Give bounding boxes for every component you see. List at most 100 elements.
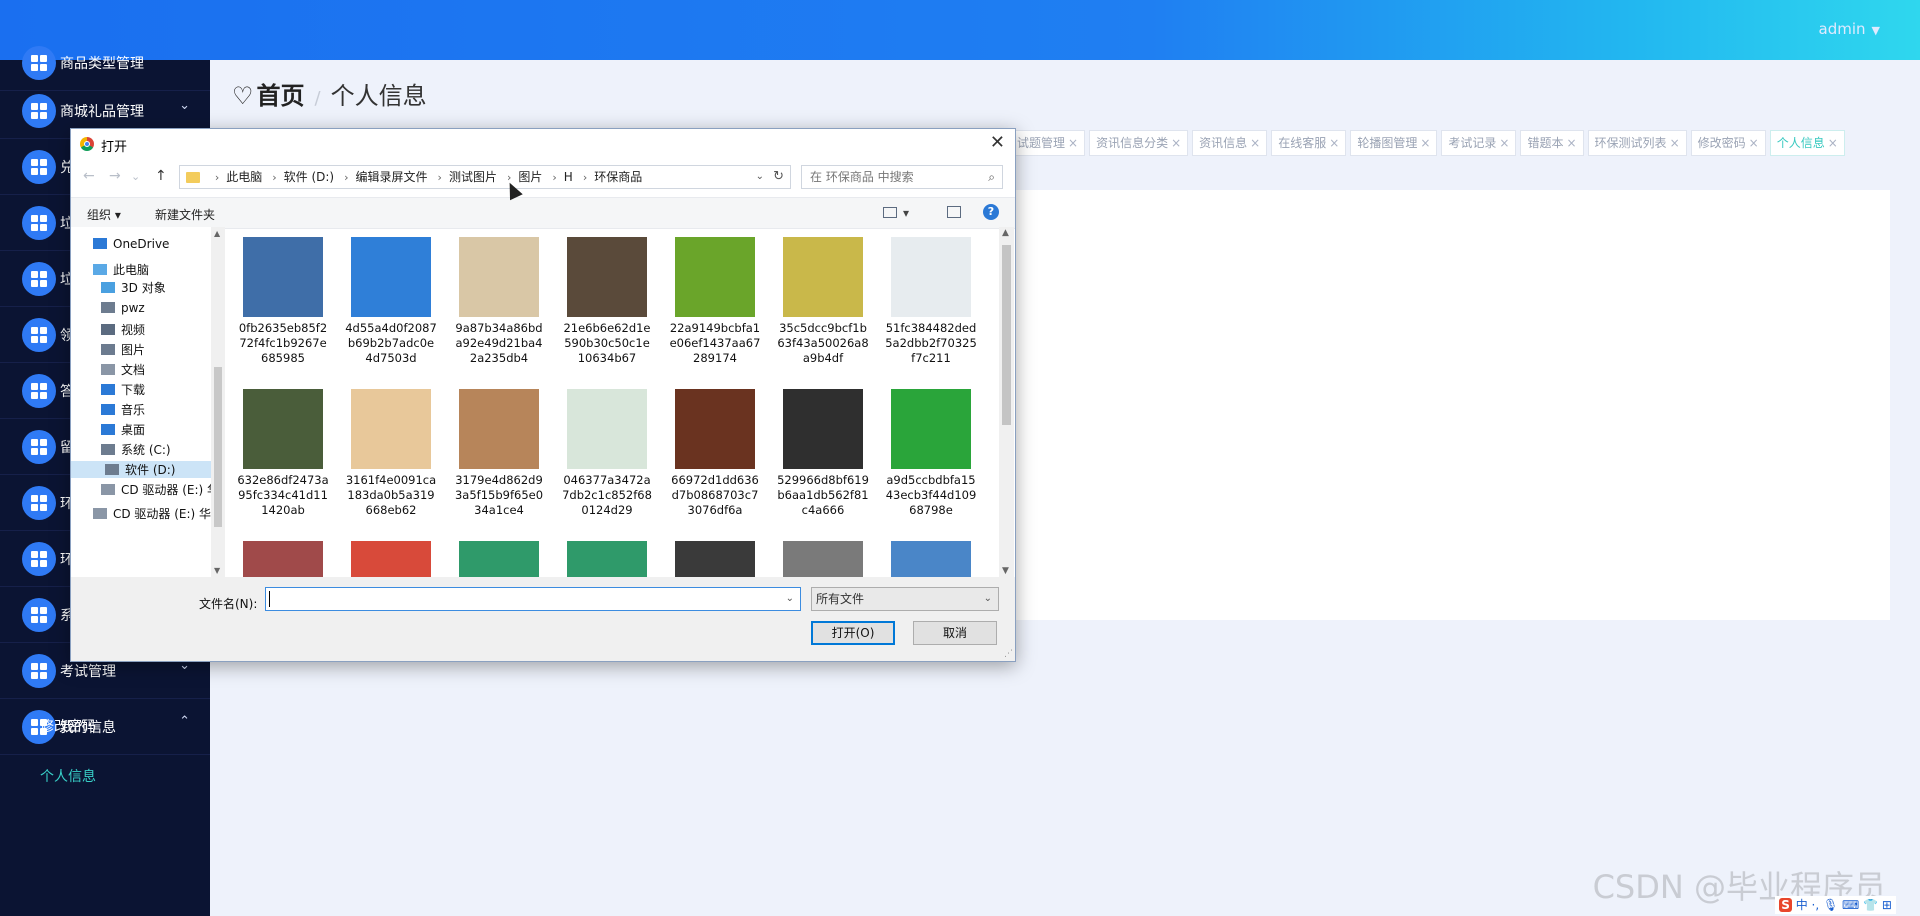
tab-item[interactable]: 环保测试列表 × (1587, 130, 1687, 156)
file-item[interactable] (669, 531, 761, 577)
address-segment[interactable]: 编辑录屏文件 (356, 166, 428, 188)
file-item[interactable]: 51fc384482ded5a2dbb2f70325f7c211 (885, 227, 977, 377)
nav-pane-item[interactable]: 软件 (D:) (71, 461, 225, 478)
file-item[interactable] (777, 531, 869, 577)
search-input[interactable]: 在 环保商品 中搜索 ⌕ (801, 165, 1003, 189)
file-item[interactable]: 9a87b34a86bda92e49d21ba42a235db4 (453, 227, 545, 377)
nav-pane-item[interactable]: 音乐 (101, 401, 145, 418)
file-item[interactable] (237, 531, 329, 577)
chevron-down-icon[interactable]: ⌄ (786, 588, 794, 610)
new-folder-button[interactable]: 新建文件夹 (155, 206, 215, 223)
file-item[interactable]: 0fb2635eb85f272f4fc1b9267e685985 (237, 227, 329, 377)
breadcrumb-home[interactable]: 首页 (257, 82, 305, 110)
sidebar-subitem[interactable]: 个人信息 (40, 766, 96, 786)
tab-item[interactable]: 资讯信息 × (1192, 130, 1268, 156)
file-item[interactable]: 21e6b6e62d1e590b30c50c1e10634b67 (561, 227, 653, 377)
resize-grip-icon[interactable]: ⋰ (1004, 649, 1013, 659)
cancel-button[interactable]: 取消 (913, 621, 997, 645)
nav-pane-item[interactable]: CD 驱动器 (E:) 华 (93, 505, 211, 522)
close-icon[interactable]: × (1749, 136, 1759, 150)
address-segment[interactable]: 环保商品 (594, 166, 642, 188)
nav-pane-item[interactable]: 系统 (C:) (101, 441, 171, 458)
file-item[interactable]: 046377a3472a7db2c1c852f680124d29 (561, 379, 653, 529)
chevron-down-icon[interactable]: ⌄ (756, 166, 764, 188)
view-options-icon[interactable]: ▾ (883, 206, 909, 220)
preview-pane-icon[interactable] (947, 206, 961, 218)
file-item[interactable]: 3179e4d862d93a5f15b9f65e034a1ce4 (453, 379, 545, 529)
tab-item[interactable]: 修改密码 × (1690, 130, 1766, 156)
close-icon[interactable]: × (1566, 136, 1576, 150)
address-segment[interactable]: 此电脑 (226, 166, 262, 188)
nav-pane-item[interactable]: pwz (101, 301, 145, 315)
nav-pane-item[interactable]: 桌面 (101, 421, 145, 438)
nav-pane-item[interactable]: 视频 (101, 321, 145, 338)
file-item[interactable] (561, 531, 653, 577)
file-item[interactable]: 632e86df2473a95fc334c41d111420ab (237, 379, 329, 529)
file-item[interactable] (453, 531, 545, 577)
address-segment[interactable]: 图片 (518, 166, 542, 188)
help-icon[interactable]: ? (983, 204, 999, 220)
address-segment[interactable]: 软件 (D:) (284, 166, 334, 188)
breadcrumb-arrow-icon[interactable]: › (438, 167, 442, 188)
file-item[interactable]: 529966d8bf619b6aa1db562f81c4a666 (777, 379, 869, 529)
up-arrow-icon[interactable]: ↑ (155, 168, 167, 184)
tab-item[interactable]: 在线客服 × (1271, 130, 1347, 156)
recent-locations-icon[interactable]: ⌄ (131, 170, 140, 183)
forward-arrow-icon[interactable]: → (109, 168, 121, 184)
sidebar-item[interactable]: 我的信息 ⌃ (0, 698, 210, 755)
tab-item[interactable]: 试题管理 × (1010, 130, 1086, 156)
close-icon[interactable]: × (1171, 136, 1181, 150)
address-bar[interactable]: › 此电脑 › 软件 (D:) › 编辑录屏文件 › 测试图片 › 图片 › H › 环保商品 ⌄ ↻ (179, 165, 791, 189)
nav-pane-item[interactable]: CD 驱动器 (E:) 华 (101, 481, 219, 498)
scroll-thumb[interactable] (214, 367, 222, 527)
breadcrumb-arrow-icon[interactable]: › (344, 167, 348, 188)
nav-pane-item[interactable]: 3D 对象 (101, 279, 166, 296)
file-item[interactable]: 66972d1dd636d7b0868703c73076df6a (669, 379, 761, 529)
file-grid-scrollbar[interactable]: ▲ ▼ (999, 227, 1014, 577)
sidebar-subitem[interactable]: 修改密码 (40, 716, 96, 736)
tab-item[interactable]: 错题本 × (1520, 130, 1584, 156)
nav-pane-item[interactable]: 此电脑 (93, 261, 149, 278)
file-type-select[interactable]: 所有文件 ⌄ (811, 587, 999, 611)
file-item[interactable]: a9d5ccbdbfa1543ecb3f44d10968798e (885, 379, 977, 529)
close-icon[interactable]: × (1828, 136, 1838, 150)
tab-item[interactable]: 资讯信息分类 × (1089, 130, 1189, 156)
breadcrumb-arrow-icon[interactable]: › (552, 167, 556, 188)
address-segment[interactable]: 测试图片 (449, 166, 497, 188)
scroll-up-icon[interactable]: ▲ (214, 229, 220, 238)
close-icon[interactable]: × (1499, 136, 1509, 150)
tab-item[interactable]: 考试记录 × (1441, 130, 1517, 156)
scroll-down-icon[interactable]: ▼ (1002, 566, 1009, 576)
user-menu[interactable]: admin ▼ (1819, 20, 1880, 38)
close-icon[interactable]: × (1068, 136, 1078, 150)
dialog-titlebar[interactable]: 打开 ✕ (71, 129, 1015, 159)
file-item[interactable] (345, 531, 437, 577)
breadcrumb-arrow-icon[interactable]: › (272, 167, 276, 188)
scroll-down-icon[interactable]: ▼ (214, 566, 220, 575)
nav-pane-item[interactable]: OneDrive (93, 237, 169, 251)
nav-pane-item[interactable]: 下载 (101, 381, 145, 398)
file-item[interactable] (885, 531, 977, 577)
close-icon[interactable]: × (1329, 136, 1339, 150)
file-item[interactable]: 4d55a4d0f2087b69b2b7adc0e4d7503d (345, 227, 437, 377)
nav-pane-item[interactable]: 文档 (101, 361, 145, 378)
address-segment[interactable]: H (564, 166, 573, 188)
breadcrumb-arrow-icon[interactable]: › (215, 167, 219, 188)
tab-item[interactable]: 个人信息 × (1769, 130, 1845, 156)
breadcrumb-arrow-icon[interactable]: › (583, 167, 587, 188)
navigation-pane-scrollbar[interactable]: ▲ ▼ (211, 227, 225, 577)
filename-input[interactable]: ⌄ (265, 587, 801, 611)
scroll-up-icon[interactable]: ▲ (1002, 228, 1009, 238)
file-item[interactable]: 22a9149bcbfa1e06ef1437aa67289174 (669, 227, 761, 377)
file-item[interactable]: 35c5dcc9bcf1b63f43a50026a8a9b4df (777, 227, 869, 377)
file-item[interactable]: 3161f4e0091ca183da0b5a319668eb62 (345, 379, 437, 529)
open-button[interactable]: 打开(O) (811, 621, 895, 645)
back-arrow-icon[interactable]: ← (83, 168, 95, 184)
close-icon[interactable]: × (1420, 136, 1430, 150)
refresh-icon[interactable]: ↻ (773, 166, 784, 188)
ime-toolbar[interactable]: S 中 ·, 🎙 ⌨ 👕 ⊞ (1775, 896, 1896, 914)
close-icon[interactable]: ✕ (990, 132, 1005, 153)
close-icon[interactable]: × (1250, 136, 1260, 150)
organize-button[interactable]: 组织 ▾ (87, 206, 121, 223)
close-icon[interactable]: × (1670, 136, 1680, 150)
